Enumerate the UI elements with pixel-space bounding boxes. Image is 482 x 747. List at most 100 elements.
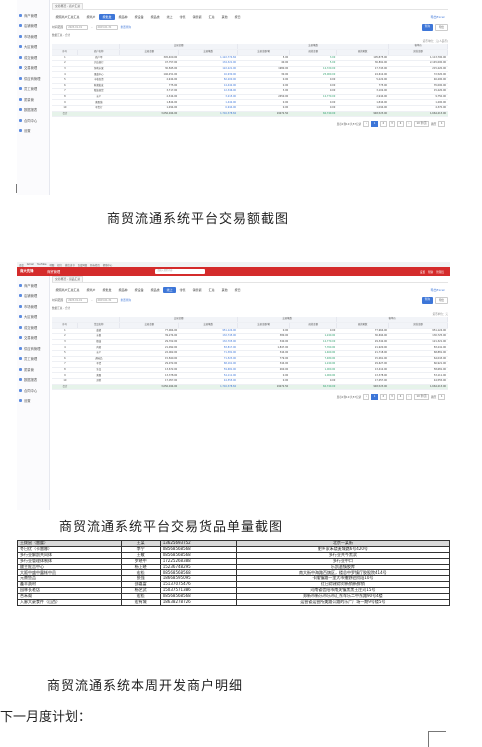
nav-tab[interactable]: 按日 xyxy=(231,287,244,293)
sidebar-item[interactable]: 店铺管理 xyxy=(17,21,49,32)
bookmark-item[interactable]: 招行 xyxy=(57,263,62,267)
sidebar-item[interactable]: 店铺管理 xyxy=(17,291,49,302)
search-input[interactable]: 请输入搜索内容 xyxy=(155,269,206,274)
menu-icon xyxy=(19,304,22,308)
header-menu-item[interactable]: 设置 xyxy=(420,270,425,274)
next-page-button[interactable]: › xyxy=(405,121,412,127)
sidebar-item[interactable]: 供应商管理 xyxy=(17,343,49,354)
nav-tab[interactable]: 按品类 xyxy=(147,287,163,293)
nav-tab[interactable]: 零售 xyxy=(176,14,189,20)
nav-tab[interactable]: 按商户 xyxy=(83,287,99,293)
sidebar-item[interactable]: 质量管 xyxy=(17,364,49,375)
nav-tab[interactable]: 按照商户汇总汇总 xyxy=(52,287,83,293)
sidebar-item[interactable]: 设置 xyxy=(17,126,49,137)
sidebar-item[interactable]: 大区管理 xyxy=(17,312,49,323)
nav-tab[interactable]: 按设备 xyxy=(131,14,147,20)
nav-tab[interactable]: 零售 xyxy=(176,287,189,293)
date-to-input[interactable]: 2023-01-31 xyxy=(95,24,118,30)
nav-tab[interactable]: 销售额 xyxy=(189,14,205,20)
page-button[interactable]: 2 xyxy=(379,394,387,400)
nav-tab[interactable]: 按批发 xyxy=(99,13,116,20)
sidebar-item[interactable]: 数据报表 xyxy=(17,375,49,386)
page-button[interactable]: 4 xyxy=(397,121,404,127)
nav-tab[interactable]: 按品种 xyxy=(115,287,131,293)
page-button[interactable]: 1 xyxy=(371,121,378,127)
sidebar-item[interactable]: 设置 xyxy=(17,396,49,407)
query-button[interactable]: 查询 xyxy=(421,23,433,31)
date-from-input[interactable]: 2023-01-01 xyxy=(66,297,89,303)
table-cell: 3,056,944.00 xyxy=(119,111,179,118)
nav-tab[interactable]: 按品类 xyxy=(147,14,163,20)
menu-icon xyxy=(19,87,22,91)
nav-tab[interactable]: 按日 xyxy=(231,14,244,20)
page-button[interactable]: 3 xyxy=(388,394,396,400)
sidebar-item[interactable]: 质量管 xyxy=(17,94,49,105)
sidebar-item[interactable]: 供应商管理 xyxy=(17,73,49,84)
menu-icon xyxy=(19,315,22,319)
header-menu-item[interactable]: 管理员 xyxy=(436,270,444,274)
export-button[interactable]: 导出 xyxy=(434,296,448,304)
bookmark-item[interactable]: 帮助中心 xyxy=(103,263,113,267)
path-tab[interactable]: 交易概况 - 货品汇总 xyxy=(52,276,84,282)
sidebar-item-label: 成交管理 xyxy=(24,325,38,330)
date-to-input[interactable]: 2023-01-31 xyxy=(95,297,118,303)
sidebar-item[interactable]: 商户管理 xyxy=(17,10,49,21)
prev-page-button[interactable]: ‹ xyxy=(363,394,370,400)
sidebar-item[interactable]: 商户管理 xyxy=(17,280,49,291)
goto-input[interactable]: 1 xyxy=(438,121,445,127)
next-page-button[interactable]: › xyxy=(405,394,412,400)
bookmark-item[interactable]: 新标签页 xyxy=(90,263,100,267)
sidebar-item[interactable]: 员工管理 xyxy=(17,84,49,95)
nav-tab[interactable]: 按品种 xyxy=(115,14,131,20)
nav-tab[interactable]: 销售额 xyxy=(189,287,205,293)
page-button[interactable]: 3 xyxy=(388,121,396,127)
bookmark-item[interactable]: 百度网盘 xyxy=(78,263,88,267)
menu-icon xyxy=(19,378,22,382)
reset-link[interactable]: 重置查询 xyxy=(121,298,131,302)
pagination-total: 显示1到10 共57记录 xyxy=(336,395,362,399)
bookmark-item[interactable]: 地图 xyxy=(49,263,54,267)
sidebar-item[interactable]: 大区管理 xyxy=(17,42,49,53)
sidebar-item[interactable]: 成交管理 xyxy=(17,52,49,63)
page-button[interactable]: 1 xyxy=(371,394,378,400)
nav-tab[interactable]: 线上 xyxy=(163,14,176,20)
bookmark-item[interactable]: Gmail xyxy=(27,263,34,266)
page-button[interactable]: 2 xyxy=(379,121,387,127)
nav-tab[interactable]: 其他 xyxy=(218,287,231,293)
path-tab[interactable]: 交易概况 - 商户汇总 xyxy=(52,3,84,9)
download-link[interactable]: 导出Excel xyxy=(427,14,448,20)
sidebar-item[interactable]: 员工管理 xyxy=(17,354,49,365)
nav-tab[interactable]: 线上 xyxy=(163,286,177,293)
sidebar-item[interactable]: 市场管理 xyxy=(17,31,49,42)
page-button[interactable]: 4 xyxy=(397,394,404,400)
sidebar-item[interactable]: 市场管理 xyxy=(17,301,49,312)
sidebar-item[interactable]: 成交管理 xyxy=(17,322,49,333)
bookmark-item[interactable]: 微信读书 xyxy=(65,263,75,267)
bookmark-item[interactable]: YouTube xyxy=(37,263,47,266)
sidebar-item[interactable]: 合同中心 xyxy=(17,115,49,126)
header-menu-item[interactable]: 帮助 xyxy=(428,270,433,274)
sidebar-item[interactable]: 数据报表 xyxy=(17,105,49,116)
nav-tab[interactable]: 汇总 xyxy=(205,287,218,293)
bookmark-item[interactable]: 百度 xyxy=(19,263,24,267)
query-button[interactable]: 查询 xyxy=(421,296,433,304)
sidebar-item[interactable]: 交易管理 xyxy=(17,333,49,344)
path-tabs: 交易概况 - 货品汇总 xyxy=(52,276,448,283)
nav-tab[interactable]: 按设备 xyxy=(131,287,147,293)
date-from-input[interactable]: 2023-01-01 xyxy=(66,24,89,30)
sidebar-item[interactable]: 交易管理 xyxy=(17,63,49,74)
nav-tab[interactable]: 按商户 xyxy=(83,14,99,20)
reset-link[interactable]: 重置查询 xyxy=(121,25,131,29)
page-size-select[interactable]: 10 条/页 xyxy=(413,394,430,400)
download-link[interactable]: 导出Excel xyxy=(427,287,448,293)
prev-page-button[interactable]: ‹ xyxy=(363,121,370,127)
goto-input[interactable]: 1 xyxy=(438,394,445,400)
export-button[interactable]: 导出 xyxy=(434,23,448,31)
nav-tab[interactable]: 按批发 xyxy=(99,287,115,293)
nav-tab[interactable]: 其他 xyxy=(218,14,231,20)
page-size-select[interactable]: 10 条/页 xyxy=(413,121,430,127)
sidebar: 商户管理 店铺管理 市场管理 大区管理成交管理交易管理 供应商管理 员工管理 质量管 数据报表… xyxy=(17,276,50,510)
nav-tab[interactable]: 汇总 xyxy=(205,14,218,20)
nav-tab[interactable]: 按照商户汇总汇总 xyxy=(52,14,83,20)
sidebar-item[interactable]: 合同中心 xyxy=(17,385,49,396)
